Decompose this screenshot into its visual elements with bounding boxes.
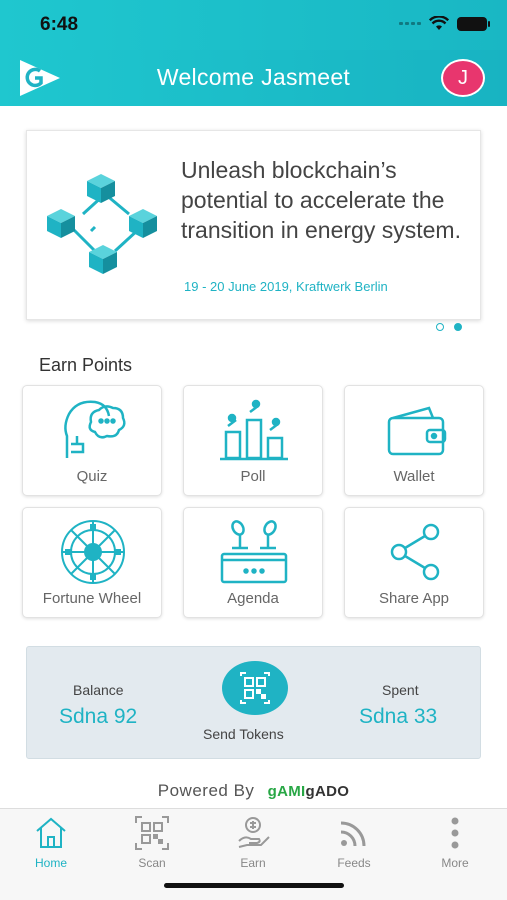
tile-quiz[interactable]: Quiz	[22, 385, 162, 496]
wifi-icon	[429, 16, 449, 30]
home-icon	[36, 817, 66, 848]
banner-subtitle: 19 - 20 June 2019, Kraftwerk Berlin	[184, 279, 388, 294]
spent-label: Spent	[382, 682, 419, 698]
tab-label: More	[441, 856, 469, 870]
qr-scan-icon	[135, 816, 169, 850]
tile-agenda[interactable]: Agenda	[183, 507, 323, 618]
tile-share-app[interactable]: Share App	[344, 507, 484, 618]
banner-pager[interactable]	[436, 323, 462, 331]
event-banner[interactable]: Unleash blockchain’s potential to accele…	[26, 130, 481, 320]
tile-label: Quiz	[76, 468, 108, 485]
send-tokens-label[interactable]: Send Tokens	[203, 726, 284, 742]
token-summary: Balance Sdna 92 Send Tokens Spent Sdna 3…	[26, 646, 481, 759]
earn-icon	[238, 817, 270, 848]
status-bar: 6:48	[0, 0, 507, 50]
wallet-icon	[387, 406, 447, 456]
rss-icon	[340, 821, 366, 847]
tab-label: Earn	[240, 856, 266, 870]
cellular-signal-icon	[399, 22, 421, 25]
blockchain-icon	[47, 174, 157, 274]
fortune-wheel-icon	[61, 520, 125, 584]
balance-value: Sdna 92	[59, 705, 138, 728]
banner-headline: Unleash blockchain’s potential to accele…	[181, 157, 461, 243]
tile-fortune-wheel[interactable]: Fortune Wheel	[22, 507, 162, 618]
tab-label: Feeds	[337, 856, 371, 870]
battery-icon	[457, 16, 490, 31]
tab-label: Scan	[138, 856, 166, 870]
tab-home[interactable]: Home	[11, 815, 91, 870]
status-icons	[399, 16, 490, 31]
agenda-icon	[220, 520, 288, 584]
home-indicator	[164, 883, 344, 888]
powered-by-label: Powered By	[157, 781, 255, 800]
page-title: Welcome Jasmeet	[156, 64, 351, 90]
tab-more[interactable]: More	[415, 815, 495, 870]
poll-icon	[220, 399, 288, 461]
tab-scan[interactable]: Scan	[112, 815, 192, 870]
app-header: Welcome Jasmeet J	[0, 50, 507, 106]
gamigado-logo: gAMIgADO	[267, 783, 350, 800]
tab-label: Home	[34, 856, 67, 870]
tile-label: Agenda	[227, 590, 279, 607]
tab-earn[interactable]: Earn	[213, 815, 293, 870]
avatar[interactable]: J	[441, 59, 485, 97]
tile-label: Share App	[378, 590, 450, 607]
more-vertical-icon	[451, 817, 459, 849]
tile-label: Fortune Wheel	[42, 590, 142, 607]
pager-dot[interactable]	[436, 323, 444, 331]
qr-code-icon	[240, 672, 270, 704]
spent-value: Sdna 33	[359, 705, 438, 728]
tab-feeds[interactable]: Feeds	[314, 815, 394, 870]
powered-by: Powered By gAMIgADO	[0, 781, 507, 801]
earn-points-title: Earn Points	[39, 355, 133, 375]
send-tokens-button[interactable]	[222, 661, 288, 715]
tile-wallet[interactable]: Wallet	[344, 385, 484, 496]
pager-dot-active[interactable]	[454, 323, 462, 331]
quiz-icon	[64, 400, 126, 458]
tile-label: Wallet	[393, 468, 435, 485]
share-icon	[390, 523, 440, 581]
balance-label: Balance	[73, 682, 124, 698]
status-time: 6:48	[40, 14, 79, 35]
tile-label: Poll	[240, 468, 266, 485]
tile-poll[interactable]: Poll	[183, 385, 323, 496]
